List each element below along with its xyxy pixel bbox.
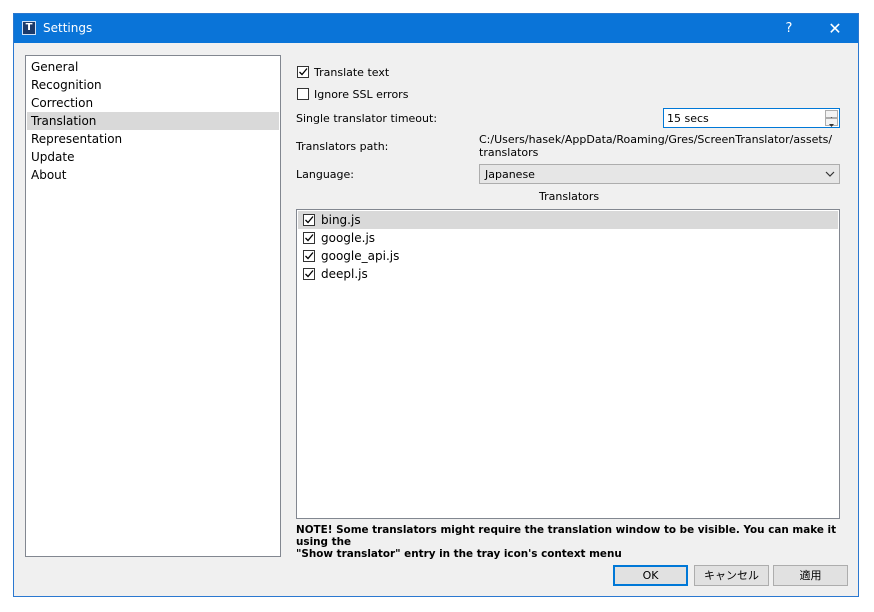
language-value: Japanese xyxy=(485,168,535,181)
chevron-down-icon xyxy=(825,171,835,177)
translators-note: NOTE! Some translators might require the… xyxy=(296,524,842,560)
close-button[interactable]: ✕ xyxy=(812,14,858,43)
checkmark-icon xyxy=(305,270,314,278)
sidebar-item-translation[interactable]: Translation xyxy=(27,112,279,130)
translators-path-line1: C:/Users/hasek/AppData/Roaming/Gres/Scre… xyxy=(479,133,833,146)
timeout-spinbox[interactable]: 15 secs xyxy=(663,108,840,128)
ignore-ssl-label[interactable]: Ignore SSL errors xyxy=(314,88,408,101)
sidebar-item-correction[interactable]: Correction xyxy=(27,94,279,112)
timeout-label: Single translator timeout: xyxy=(296,112,438,125)
help-button[interactable]: ? xyxy=(766,14,812,43)
arrow-down-icon xyxy=(829,124,834,127)
translator-label-google: google.js xyxy=(321,231,376,245)
translator-checkbox-google[interactable] xyxy=(303,232,315,244)
translators-header: Translators xyxy=(539,190,600,203)
ok-button[interactable]: OK xyxy=(613,565,688,586)
checkmark-icon xyxy=(299,68,308,76)
cancel-button[interactable]: キャンセル xyxy=(694,565,769,586)
note-line-2: "Show translator" entry in the tray icon… xyxy=(296,548,622,560)
translator-checkbox-deepl[interactable] xyxy=(303,268,315,280)
sidebar-item-about[interactable]: About xyxy=(27,166,279,184)
settings-window: T Settings ? ✕ General Recognition Corre… xyxy=(13,13,859,597)
translate-text-label[interactable]: Translate text xyxy=(314,66,389,79)
checkmark-icon xyxy=(305,234,314,242)
timeout-value[interactable]: 15 secs xyxy=(667,112,709,125)
spin-down-button[interactable] xyxy=(825,118,838,127)
spin-up-button[interactable] xyxy=(825,110,838,120)
translator-row-google-api[interactable]: google_api.js xyxy=(298,247,838,265)
ignore-ssl-checkbox[interactable] xyxy=(297,88,309,100)
translator-row-deepl[interactable]: deepl.js xyxy=(298,265,838,283)
translators-path-line2: translators xyxy=(479,146,539,159)
translator-row-google[interactable]: google.js xyxy=(298,229,838,247)
sidebar-item-general[interactable]: General xyxy=(27,58,279,76)
translate-text-checkbox[interactable] xyxy=(297,66,309,78)
spin-buttons xyxy=(825,110,838,127)
apply-button[interactable]: 適用 xyxy=(773,565,848,586)
app-icon: T xyxy=(22,21,36,35)
translators-list[interactable]: bing.js google.js google_api.js deepl.js xyxy=(296,209,840,519)
translator-label-google-api: google_api.js xyxy=(321,249,400,263)
sidebar-item-representation[interactable]: Representation xyxy=(27,130,279,148)
sidebar-item-recognition[interactable]: Recognition xyxy=(27,76,279,94)
translator-checkbox-google-api[interactable] xyxy=(303,250,315,262)
checkmark-icon xyxy=(305,216,314,224)
language-select[interactable]: Japanese xyxy=(479,164,840,184)
checkmark-icon xyxy=(305,252,314,260)
sidebar-item-update[interactable]: Update xyxy=(27,148,279,166)
translator-label-bing: bing.js xyxy=(321,213,361,227)
language-label: Language: xyxy=(296,168,354,181)
translator-label-deepl: deepl.js xyxy=(321,267,368,281)
translator-row-bing[interactable]: bing.js xyxy=(298,211,838,229)
translator-checkbox-bing[interactable] xyxy=(303,214,315,226)
close-icon: ✕ xyxy=(828,19,842,38)
title-bar[interactable]: T Settings ? ✕ xyxy=(14,14,858,43)
note-line-1: NOTE! Some translators might require the… xyxy=(296,524,837,548)
translators-path-label: Translators path: xyxy=(296,140,389,153)
settings-category-list[interactable]: General Recognition Correction Translati… xyxy=(25,55,281,557)
window-title: Settings xyxy=(43,21,93,35)
